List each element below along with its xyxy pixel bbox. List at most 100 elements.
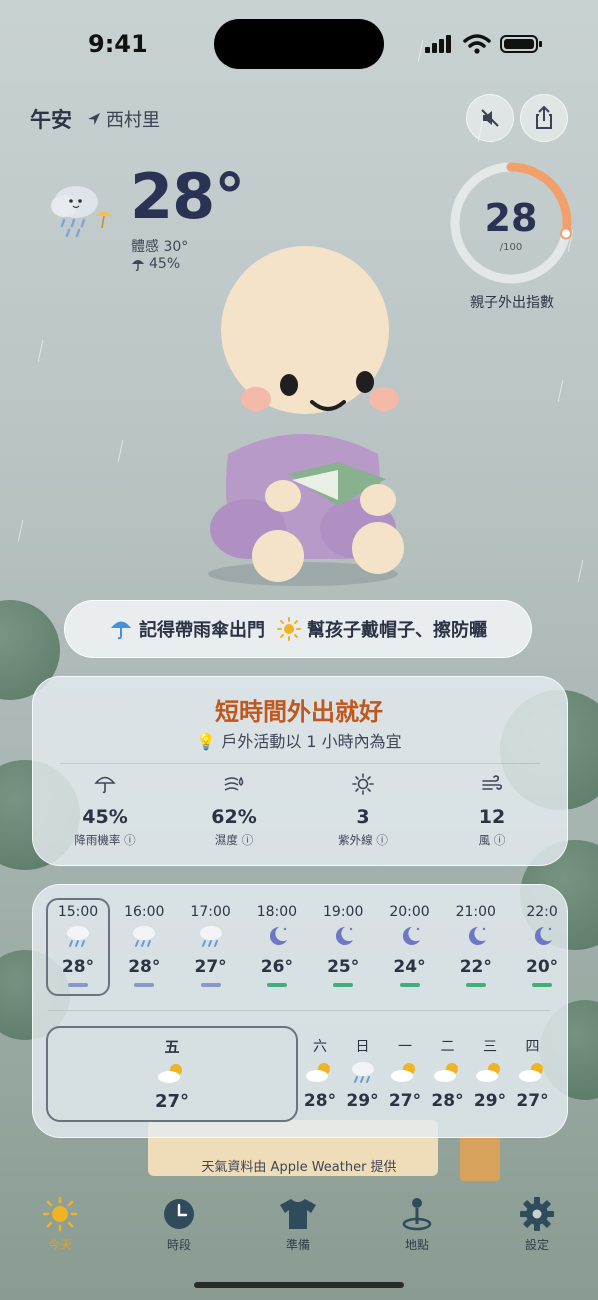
hourly-item[interactable]: 16:00 28°	[113, 904, 175, 987]
day-temp: 27°	[154, 1091, 190, 1112]
day-label: 日	[355, 1039, 370, 1055]
umbrella-icon	[132, 260, 144, 271]
rain-icon	[133, 926, 156, 947]
stat-label: 降雨機率 ⓘ	[74, 833, 136, 847]
current-rain-probability: 45%	[131, 256, 180, 272]
daily-item[interactable]: 三 29°	[468, 1036, 512, 1111]
feels-like: 體感 30°	[131, 239, 189, 255]
tab-settings[interactable]: 設定	[497, 1194, 577, 1253]
moon-icon	[468, 926, 486, 945]
wifi-icon	[463, 34, 491, 54]
day-temp: 28°	[303, 1091, 337, 1111]
hour-time: 15:00	[57, 904, 99, 920]
hour-time: 18:00	[256, 904, 298, 920]
hourly-item[interactable]: 17:00 27°	[180, 904, 242, 987]
hour-temp: 28°	[61, 957, 95, 977]
hour-temp: 25°	[327, 957, 360, 977]
hourly-item[interactable]: 15:00 28°	[47, 904, 109, 987]
day-label: 二	[440, 1039, 455, 1055]
tab-places[interactable]: 地點	[377, 1194, 457, 1253]
hour-temp: 22°	[459, 957, 492, 977]
humidity-icon	[224, 776, 244, 791]
moon-icon	[269, 926, 287, 945]
day-temp: 27°	[516, 1091, 549, 1111]
partly-sunny-icon	[391, 1063, 415, 1082]
day-label: 一	[398, 1039, 412, 1055]
hourly-item[interactable]: 21:00 22°	[445, 904, 507, 987]
umbrella-icon	[94, 776, 116, 794]
sun-icon	[42, 1196, 78, 1232]
outing-index-label: 親子外出指數	[470, 295, 554, 311]
current-temperature: 28°	[130, 160, 245, 233]
tab-label: 地點	[404, 1238, 429, 1252]
day-label: 六	[313, 1039, 327, 1055]
hour-comfort-bar	[200, 983, 221, 987]
moon-icon	[336, 926, 354, 945]
hour-comfort-bar	[266, 983, 287, 987]
partly-sunny-icon	[306, 1063, 330, 1082]
location-selector[interactable]: 西村里	[86, 106, 160, 132]
tab-prepare[interactable]: 準備	[258, 1194, 338, 1253]
hour-time: 19:00	[323, 904, 364, 920]
stat-uv[interactable]: 3 紫外線 ⓘ	[308, 772, 418, 848]
tshirt-icon	[280, 1199, 316, 1229]
daily-item[interactable]: 日 29°	[341, 1036, 385, 1111]
outing-index-gauge[interactable]: 28 /100	[448, 160, 574, 286]
status-bar: 9:41	[0, 0, 598, 90]
rain-icon	[351, 1062, 374, 1083]
tip-sunscreen: 幫孩子戴帽子、擦防曬	[277, 616, 487, 642]
mute-button[interactable]	[466, 94, 514, 142]
advice-title: 短時間外出就好	[215, 698, 383, 726]
stat-wind[interactable]: 12 風 ⓘ	[437, 772, 547, 848]
location-arrow-icon	[88, 113, 100, 125]
hourly-item[interactable]: 18:00 26°	[246, 904, 308, 987]
hourly-item[interactable]: 20:00 24°	[379, 904, 441, 987]
tab-label: 時段	[166, 1238, 191, 1252]
advice-subtitle-text: 戶外活動以 1 小時內為宜	[221, 732, 402, 751]
tab-today[interactable]: 今天	[20, 1194, 100, 1253]
hourly-item[interactable]: 19:00 25°	[312, 904, 374, 987]
umbrella-icon	[111, 621, 131, 640]
battery-icon	[500, 35, 542, 53]
stat-label: 濕度 ⓘ	[214, 833, 254, 847]
share-button[interactable]	[520, 94, 568, 142]
tab-timeslots[interactable]: 時段	[139, 1194, 219, 1253]
stat-rain[interactable]: 45% 降雨機率 ⓘ	[50, 772, 160, 848]
daily-item[interactable]: 一 27°	[383, 1036, 427, 1111]
partly-sunny-icon	[158, 1064, 182, 1083]
hour-temp: 20°	[526, 957, 559, 977]
gear-icon	[520, 1197, 554, 1231]
hourly-item[interactable]: 22:0 20°	[511, 904, 573, 987]
tab-label: 今天	[47, 1238, 72, 1252]
stat-value: 12	[478, 806, 506, 828]
tip-text: 幫孩子戴帽子、擦防曬	[307, 620, 487, 641]
home-indicator[interactable]	[194, 1282, 404, 1288]
day-temp: 27°	[388, 1091, 422, 1111]
advice-subtitle: 💡 戶外活動以 1 小時內為宜	[0, 728, 598, 752]
stat-label: 風 ⓘ	[478, 833, 506, 847]
map-pin-icon	[402, 1198, 432, 1231]
data-credit: 天氣資料由 Apple Weather 提供	[201, 1160, 397, 1175]
daily-item[interactable]: 四 27°	[511, 1036, 555, 1111]
hour-comfort-bar	[532, 983, 553, 987]
stat-humidity[interactable]: 62% 濕度 ⓘ	[179, 772, 289, 848]
speaker-muted-icon	[481, 109, 499, 127]
day-temp: 28°	[431, 1091, 464, 1111]
hour-time: 21:00	[455, 904, 496, 920]
hour-temp: 26°	[260, 957, 293, 977]
share-icon	[536, 106, 552, 129]
greeting: 午安	[30, 108, 72, 132]
tips-banner: 記得帶雨傘出門 幫孩子戴帽子、擦防曬	[64, 600, 532, 658]
moon-icon	[535, 926, 553, 945]
hour-temp: 28°	[128, 957, 161, 977]
stat-value: 3	[356, 806, 370, 828]
forecast-divider	[48, 1010, 550, 1011]
rain-cloud-icon	[51, 186, 112, 238]
daily-selected[interactable]: 五 27°	[46, 1036, 298, 1112]
day-temp: 29°	[346, 1091, 379, 1111]
wind-icon	[482, 775, 503, 790]
day-label: 五	[164, 1038, 180, 1056]
hour-temp: 24°	[393, 957, 426, 977]
daily-item[interactable]: 六 28°	[298, 1036, 342, 1111]
daily-item[interactable]: 二 28°	[426, 1036, 470, 1111]
